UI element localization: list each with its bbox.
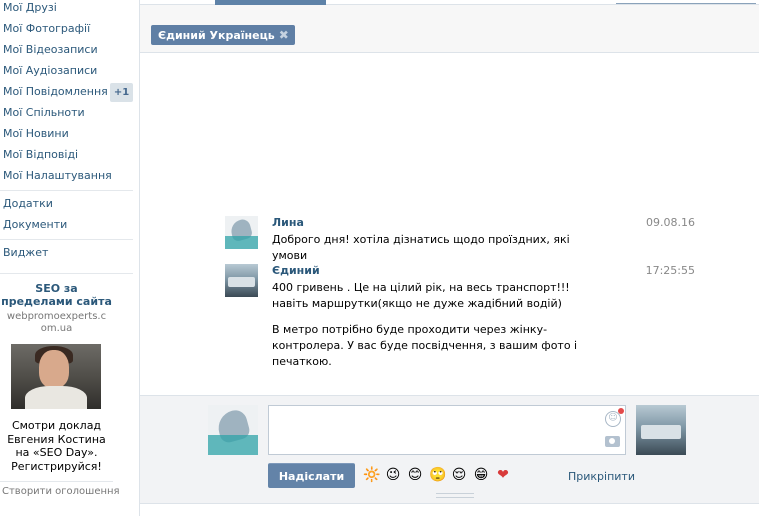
emoji-sun-icon[interactable]: 🔆 xyxy=(363,467,380,483)
messages-count-badge[interactable]: +1 xyxy=(110,83,133,102)
message-text: 400 гривень . Це на цілий рік, на весь т… xyxy=(272,281,570,310)
avatar[interactable] xyxy=(225,264,258,297)
close-icon[interactable]: ✖ xyxy=(279,25,289,45)
ad-text[interactable]: Смотри доклад Евгения Костина на «SEO Da… xyxy=(0,419,113,473)
ad-photo-body xyxy=(25,386,87,409)
sidebar-item-replies[interactable]: Мої Відповіді xyxy=(3,145,78,165)
ad-title[interactable]: SEO за пределами сайта xyxy=(0,282,113,308)
sidebar-item-audio[interactable]: Мої Аудіозаписи xyxy=(3,61,97,81)
message-time: 09.08.16 xyxy=(646,216,695,229)
sidebar-divider xyxy=(0,239,133,240)
emoji-eyeroll-icon[interactable]: 🙄 xyxy=(429,467,446,483)
message-item: Лина 09.08.16 Доброго дня! хотіла дізнат… xyxy=(225,216,695,262)
emoji-relieved-icon[interactable]: 😌 xyxy=(451,467,467,483)
message-composer: ☺ Надіслати 🔆 😉 😊 🙄 😌 😁 ❤ Прикріпити xyxy=(140,395,759,503)
sidebar-item-settings[interactable]: Мої Налаштування xyxy=(3,166,112,186)
ad-photo[interactable] xyxy=(11,344,101,409)
avatar-sea-shape xyxy=(208,435,258,455)
emoji-grin-icon[interactable]: 😁 xyxy=(473,467,489,483)
sidebar-item-messages[interactable]: Мої Повідомлення xyxy=(3,82,108,102)
emoji-wink-icon[interactable]: 😉 xyxy=(385,467,401,483)
sidebar-item-apps[interactable]: Додатки xyxy=(3,194,53,214)
message-input[interactable]: ☺ xyxy=(268,405,626,455)
emoji-heart-icon[interactable]: ❤ xyxy=(495,467,511,483)
recipient-avatar[interactable] xyxy=(636,405,686,455)
resize-grip-icon[interactable] xyxy=(436,493,474,498)
camera-icon[interactable] xyxy=(605,436,620,447)
recipient-chip-label: Єдиний Українець xyxy=(158,29,275,42)
sidebar-item-communities[interactable]: Мої Спільноти xyxy=(3,103,85,123)
sidebar-divider xyxy=(0,481,113,482)
sidebar-item-widget[interactable]: Виджет xyxy=(3,243,48,263)
attach-link[interactable]: Прикріпити xyxy=(568,470,635,483)
create-ad-link[interactable]: Створити оголошення xyxy=(2,486,120,497)
send-button[interactable]: Надіслати xyxy=(268,463,355,488)
sidebar-divider xyxy=(0,190,133,191)
sidebar-item-videos[interactable]: Мої Відеозаписи xyxy=(3,40,98,60)
sidebar-item-photos[interactable]: Мої Фотографії xyxy=(3,19,90,39)
avatar-train-shape xyxy=(641,425,681,439)
sidebar-divider xyxy=(0,273,133,274)
avatar-sea-shape xyxy=(225,236,258,249)
my-avatar[interactable] xyxy=(208,405,258,455)
message-author[interactable]: Єдиний xyxy=(272,264,320,277)
notification-dot xyxy=(618,408,624,414)
dialog-panel: Єдиний Українець ✖ Лина 09.08.16 Доброго … xyxy=(139,0,759,516)
avatar-train-shape xyxy=(228,277,255,287)
bottom-strip xyxy=(140,503,759,516)
sidebar-item-friends[interactable]: Мої Друзі xyxy=(3,0,57,18)
left-sidebar: Мої Друзі Мої Фотографії Мої Відеозаписи… xyxy=(0,0,139,516)
recipient-chip[interactable]: Єдиний Українець ✖ xyxy=(151,25,295,45)
emoji-smile-icon[interactable]: 😊 xyxy=(407,467,423,483)
message-author[interactable]: Лина xyxy=(272,216,304,229)
sidebar-item-news[interactable]: Мої Новини xyxy=(3,124,69,144)
message-time: 17:25:55 xyxy=(645,264,695,277)
ad-photo-face xyxy=(39,350,69,388)
recipients-header: Єдиний Українець ✖ xyxy=(140,5,759,53)
avatar[interactable] xyxy=(225,216,258,249)
message-text: Доброго дня! хотіла дізнатись щодо проїз… xyxy=(272,233,570,262)
message-text: В метро потрібно буде проходити через жі… xyxy=(272,323,578,368)
message-item: Єдиний 17:25:55 400 гривень . Це на ціли… xyxy=(225,264,695,368)
sidebar-item-documents[interactable]: Документи xyxy=(3,215,67,235)
ad-domain: webpromoexperts.com.ua xyxy=(6,311,107,334)
tab-right[interactable] xyxy=(616,0,756,4)
